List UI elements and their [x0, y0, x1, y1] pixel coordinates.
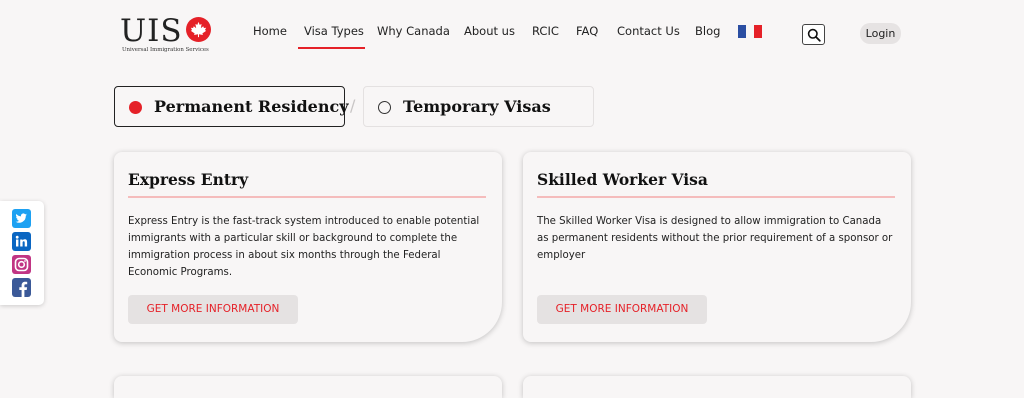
tab-label: Permanent Residency	[154, 97, 349, 116]
search-icon	[807, 28, 821, 42]
card-divider	[537, 196, 895, 198]
linkedin-icon[interactable]	[12, 232, 31, 251]
nav-contact-us[interactable]: Contact Us	[617, 24, 680, 38]
login-button[interactable]: Login	[860, 23, 901, 44]
nav-active-indicator	[298, 47, 365, 49]
nav-visa-types[interactable]: Visa Types	[304, 24, 364, 38]
card-title: Skilled Worker Visa	[537, 170, 708, 189]
get-more-information-button[interactable]: GET MORE INFORMATION	[128, 295, 298, 324]
twitter-icon[interactable]	[12, 209, 31, 228]
visa-card-skilled-worker: Skilled Worker Visa The Skilled Worker V…	[523, 152, 911, 342]
visa-card-express-entry: Express Entry Express Entry is the fast-…	[114, 152, 502, 342]
nav-rcic[interactable]: RCIC	[532, 24, 559, 38]
tab-label: Temporary Visas	[403, 97, 551, 116]
search-button[interactable]	[802, 24, 825, 45]
logo-subtitle: Universal Immigration Services	[122, 47, 209, 53]
get-more-information-button[interactable]: GET MORE INFORMATION	[537, 295, 707, 324]
visa-card-partial	[114, 376, 502, 398]
visa-card-partial	[523, 376, 911, 398]
maple-leaf-icon	[186, 17, 211, 42]
nav-home[interactable]: Home	[253, 24, 287, 38]
nav-faq[interactable]: FAQ	[576, 24, 598, 38]
facebook-icon[interactable]	[12, 278, 31, 297]
tab-selected-dot	[129, 101, 142, 114]
tab-separator: /	[350, 96, 356, 115]
logo-text: UIS	[120, 13, 183, 49]
tab-radio	[378, 101, 391, 114]
nav-about-us[interactable]: About us	[464, 24, 515, 38]
social-sidebar	[0, 201, 44, 305]
card-divider	[128, 196, 486, 198]
nav-blog[interactable]: Blog	[695, 24, 720, 38]
card-description: Express Entry is the fast-track system i…	[128, 216, 480, 278]
instagram-icon[interactable]	[12, 255, 31, 274]
flag-france-icon[interactable]	[738, 25, 762, 38]
card-title: Express Entry	[128, 170, 249, 189]
nav-why-canada[interactable]: Why Canada	[377, 24, 450, 38]
tab-temporary-visas[interactable]: Temporary Visas	[363, 86, 594, 127]
site-logo[interactable]: UIS Universal Immigration Services	[120, 14, 212, 56]
card-description: The Skilled Worker Visa is designed to a…	[537, 216, 893, 261]
tab-permanent-residency[interactable]: Permanent Residency	[114, 86, 349, 127]
